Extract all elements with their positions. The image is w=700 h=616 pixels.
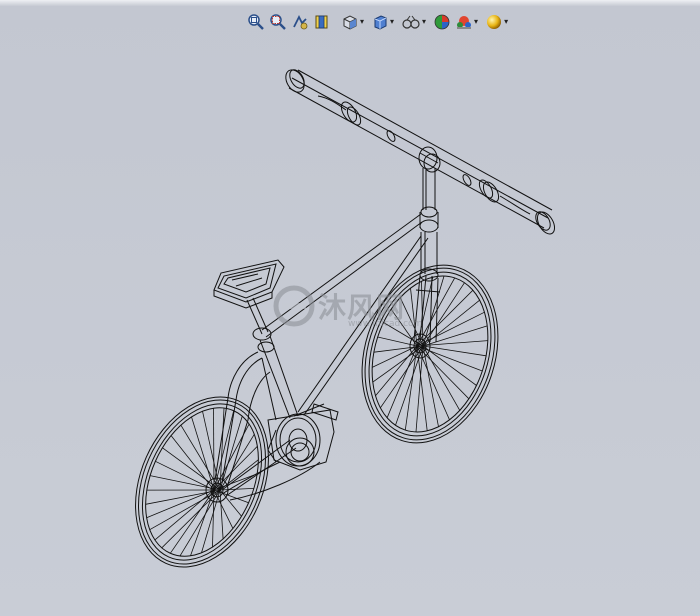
- front-wheel[interactable]: [340, 247, 520, 460]
- rear-wheel[interactable]: [110, 376, 294, 588]
- bicycle-frame[interactable]: [214, 213, 429, 497]
- saddle[interactable]: [213, 259, 285, 309]
- wheel-spoke: [149, 489, 221, 531]
- bicycle-wireframe-model[interactable]: [0, 0, 700, 616]
- handlebar[interactable]: [282, 67, 558, 237]
- stem-and-head-tube[interactable]: [419, 168, 439, 282]
- graphics-area[interactable]: ▾ ▾ ▾ ▾ ▾ 沐风网 www.mfcad.com: [0, 0, 700, 616]
- wheel-spoke: [212, 489, 215, 548]
- wheel-spoke: [416, 340, 488, 347]
- wheel-spoke: [380, 345, 424, 409]
- wheel-spoke: [146, 489, 215, 519]
- wheel-spoke: [416, 289, 474, 347]
- wheel-spoke: [219, 489, 224, 539]
- wheel-spoke: [213, 408, 215, 491]
- wheel-spoke: [395, 345, 424, 426]
- wheel-spoke: [404, 345, 418, 431]
- wheel-spoke: [416, 311, 485, 347]
- wheel-spoke: [422, 345, 487, 357]
- wheel-spoke: [422, 275, 445, 347]
- drivetrain[interactable]: [221, 403, 339, 501]
- wheel-spoke: [219, 489, 242, 517]
- wheel-spoke: [191, 416, 215, 491]
- wheel-spoke: [213, 423, 250, 491]
